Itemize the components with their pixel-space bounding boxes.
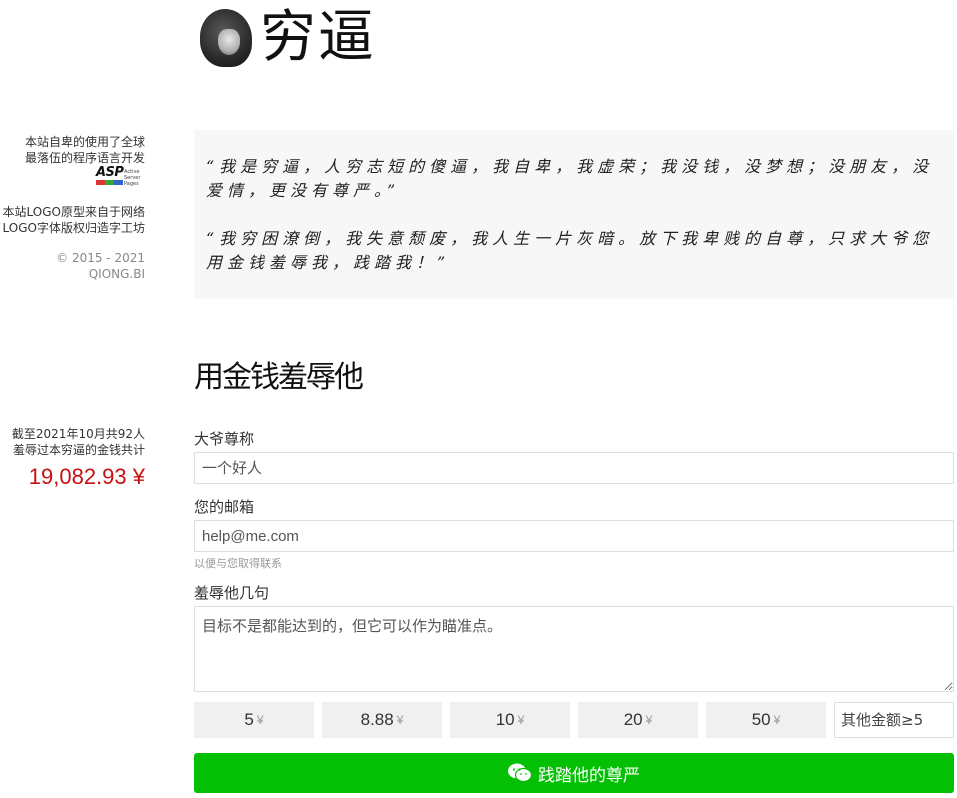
amount-button-5[interactable]: 5 ¥ (194, 702, 314, 738)
total-amount: 19,082.93 ¥ (28, 464, 145, 489)
custom-amount-input[interactable] (834, 702, 954, 738)
asp-logo-icon: ASP Active Server Pages (96, 165, 141, 187)
form-title: 用金钱羞辱他 (194, 360, 364, 395)
name-label: 大爷尊称 (194, 430, 255, 448)
wechat-icon (508, 763, 532, 783)
built-with-text: 本站自卑的使用了全球 最落伍的程序语言开发 (24, 135, 145, 165)
logo-credit-text: 本站LOGO原型来自于网络 LOGO字体版权归造字工坊 (2, 205, 145, 235)
amount-button-50[interactable]: 50 ¥ (706, 702, 826, 738)
site-title: 穷逼 (260, 5, 376, 70)
face-portrait-icon (200, 9, 252, 67)
email-input[interactable] (194, 520, 954, 552)
site-logo[interactable]: 穷逼 (200, 6, 376, 70)
pay-button-label: 践踏他的尊严 (538, 765, 640, 786)
amount-button-10[interactable]: 10 ¥ (450, 702, 570, 738)
quote-box: “我是穷逼，人穷志短的傻逼，我自卑，我虚荣；我没钱，没梦想；没朋友，没爱情，更没… (194, 130, 954, 299)
quote-paragraph: “我是穷逼，人穷志短的傻逼，我自卑，我虚荣；我没钱，没梦想；没朋友，没爱情，更没… (206, 157, 934, 200)
amount-button-20[interactable]: 20 ¥ (578, 702, 698, 738)
amount-button-8-88[interactable]: 8.88 ¥ (322, 702, 442, 738)
message-label: 羞辱他几句 (194, 584, 270, 602)
copyright: © 2015 - 2021 QIONG.BI (56, 251, 145, 281)
email-help-text: 以便与您取得联系 (194, 557, 282, 570)
quote-paragraph: “我穷困潦倒，我失意颓废，我人生一片灰暗。放下我卑贱的自尊，只求大爷您用金钱羞辱… (206, 229, 934, 272)
email-label: 您的邮箱 (194, 498, 255, 516)
pay-button[interactable]: 践踏他的尊严 (194, 753, 954, 793)
name-input[interactable] (194, 452, 954, 484)
donation-stats: 截至2021年10月共92人 羞辱过本穷逼的金钱共计 (11, 427, 145, 457)
message-textarea[interactable] (194, 606, 954, 692)
